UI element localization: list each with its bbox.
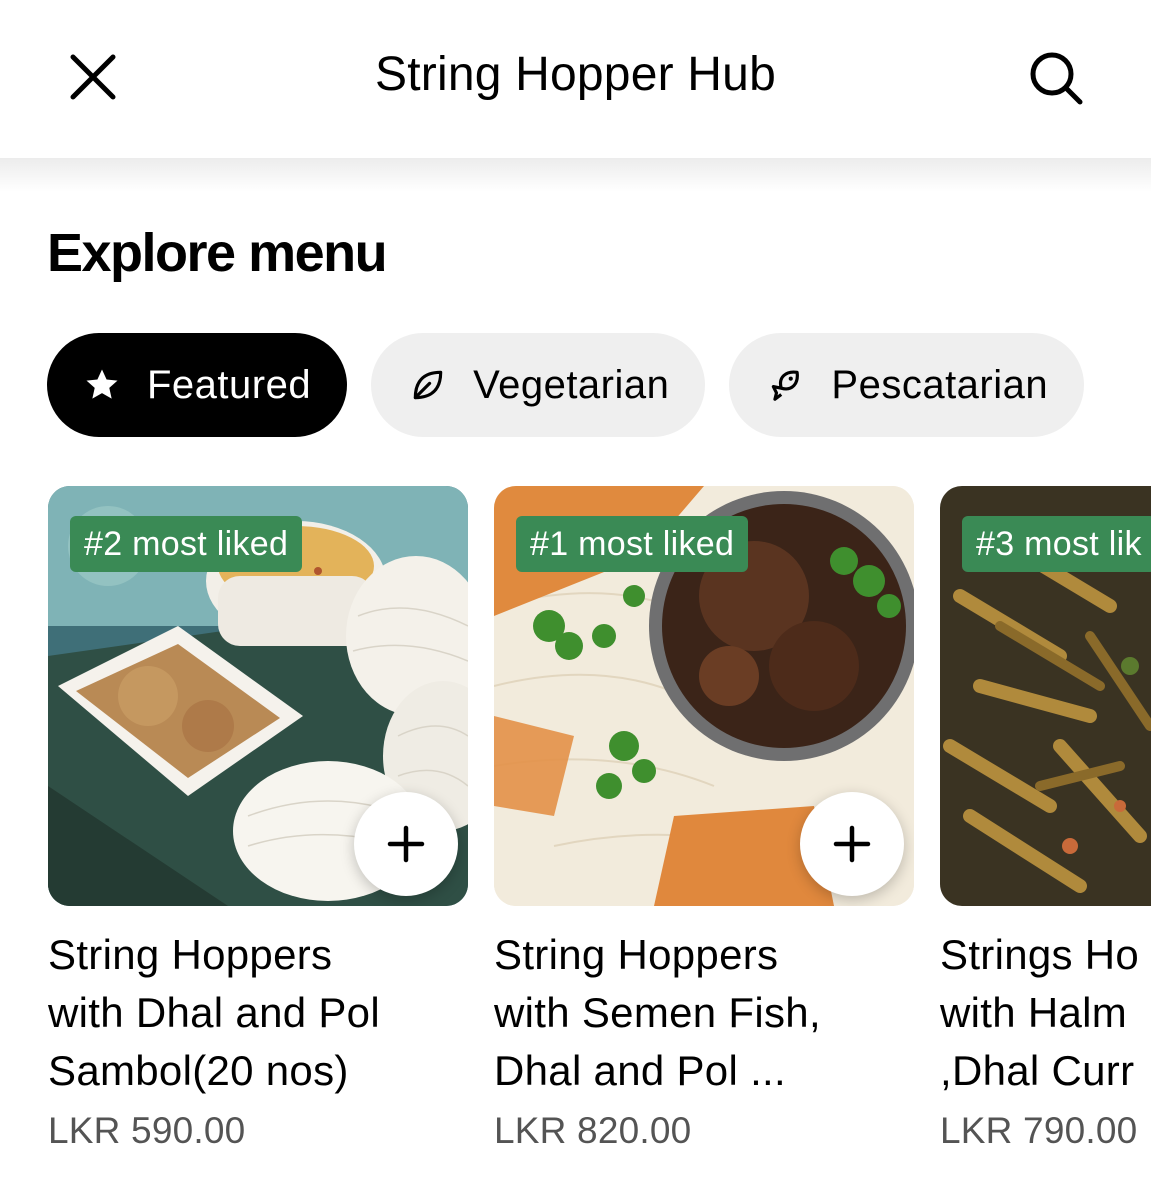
menu-carousel: #2 most liked String Hoppers with Dhal a… [0, 486, 1151, 1200]
plus-icon [387, 825, 425, 863]
search-icon [1030, 52, 1083, 105]
popularity-badge: #1 most liked [516, 516, 749, 572]
menu-item-name: Strings Ho with Halm ,Dhal Curr [940, 931, 1140, 1094]
top-bar: String Hopper Hub [0, 0, 1151, 158]
page-title: String Hopper Hub [375, 48, 776, 101]
menu-item-price: LKR 820.00 [494, 1110, 692, 1151]
menu-item-card[interactable]: #1 most liked String Hoppers with Semen … [494, 486, 914, 1152]
menu-item-card[interactable]: #2 most liked String Hoppers with Dhal a… [48, 486, 468, 1152]
menu-item-price: LKR 590.00 [48, 1110, 246, 1151]
filter-chip-pescatarian[interactable]: Pescatarian [729, 333, 1085, 437]
menu-item-photo: #1 most liked [494, 486, 914, 906]
menu-item-name: String Hoppers with Dhal and Pol Sambol(… [48, 931, 380, 1094]
filter-chip-vegetarian[interactable]: Vegetarian [371, 333, 706, 437]
popularity-badge: #3 most lik [962, 516, 1151, 572]
add-to-cart-button[interactable] [354, 792, 458, 896]
leaf-icon [409, 366, 447, 404]
plus-icon [833, 825, 871, 863]
menu-item-price: LKR 790.00 [940, 1110, 1138, 1151]
popularity-badge: #2 most liked [70, 516, 303, 572]
section-title: Explore menu [47, 223, 388, 283]
filter-chip-label: Featured [147, 362, 312, 407]
menu-item-photo: #3 most lik [940, 486, 1151, 906]
star-icon [83, 366, 121, 404]
search-button[interactable] [1024, 46, 1088, 110]
filter-chip-label: Vegetarian [473, 362, 670, 407]
filter-chip-featured[interactable]: Featured [47, 333, 348, 437]
header-shadow [0, 158, 1151, 192]
fish-icon [767, 366, 805, 404]
filter-chip-label: Pescatarian [831, 362, 1049, 407]
filter-chips: Featured Vegetarian Pescatarian [47, 333, 1085, 437]
menu-item-name: String Hoppers with Semen Fish, Dhal and… [494, 931, 821, 1094]
menu-item-photo: #2 most liked [48, 486, 468, 906]
menu-item-card[interactable]: #3 most lik Strings Ho with Halm ,Dhal C… [940, 486, 1151, 1152]
add-to-cart-button[interactable] [800, 792, 904, 896]
